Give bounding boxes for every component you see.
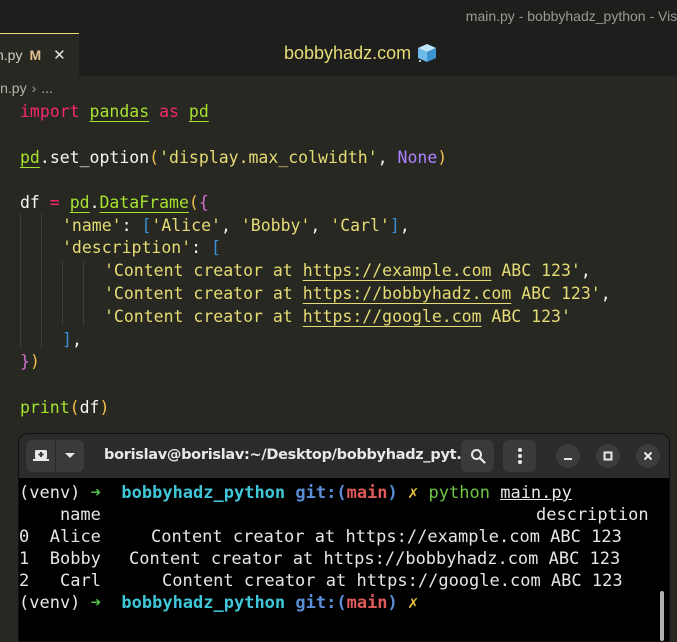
code-line-6: 'name': ['Alice', 'Bobby', 'Carl'],	[62, 216, 410, 235]
dropdown-button[interactable]	[55, 440, 84, 472]
code-line-9: 'Content creator at https://bobbyhadz.co…	[104, 284, 611, 303]
banner-text: bobbyhadz.com	[284, 42, 412, 63]
dirty-icon: ✗	[408, 593, 419, 613]
tab-label: n.py	[0, 47, 23, 63]
code-line-8: 'Content creator at https://example.com …	[104, 261, 591, 280]
output-row: 2 Carl	[19, 571, 101, 591]
menu-button[interactable]	[503, 440, 536, 472]
prompt-line: (venv) ➜ bobbyhadz_python git:(main) ✗ p…	[19, 483, 572, 503]
output-row-desc: Content creator at https://google.com AB…	[162, 571, 623, 591]
indent-guide	[41, 214, 42, 348]
arrow-icon: ➜	[90, 593, 101, 613]
terminal-header: borislav@borislav:~/Desktop/bobbyhadz_py…	[19, 434, 669, 478]
breadcrumb-file[interactable]: in.py	[0, 80, 27, 96]
minimize-icon	[564, 458, 572, 460]
tab-main-py[interactable]: n.py M ✕	[0, 33, 79, 76]
code-line-5: df = pd.DataFrame({	[20, 193, 209, 212]
code-line-10: 'Content creator at https://google.com A…	[104, 307, 571, 326]
prompt-line: (venv) ➜ bobbyhadz_python git:(main) ✗	[19, 593, 419, 613]
chevron-right-icon: ›	[31, 80, 37, 96]
window-titlebar: main.py - bobbyhadz_python - Visu	[0, 0, 677, 33]
indent-guide	[62, 261, 63, 325]
indent-guide	[83, 261, 84, 325]
dirty-icon: ✗	[408, 483, 419, 503]
window-title: main.py - bobbyhadz_python - Visu	[465, 8, 677, 24]
output-row-desc: Content creator at https://example.com A…	[151, 527, 622, 547]
close-icon	[643, 451, 653, 461]
terminal-output[interactable]: (venv) ➜ bobbyhadz_python git:(main) ✗ p…	[19, 478, 669, 641]
code-line-11: ],	[62, 330, 82, 349]
url-link[interactable]: https://google.com	[303, 307, 482, 326]
new-tab-icon	[32, 450, 49, 461]
minimize-button[interactable]	[556, 444, 580, 468]
maximize-button[interactable]	[596, 444, 620, 468]
terminal-scrollbar[interactable]	[660, 591, 664, 641]
banner: bobbyhadz.com	[284, 42, 438, 64]
kebab-menu-icon	[517, 448, 522, 464]
terminal-title: borislav@borislav:~/Desktop/bobbyhadz_py…	[104, 447, 472, 463]
indent-guide	[20, 214, 21, 348]
code-line-12: })	[20, 352, 40, 371]
terminal-window: borislav@borislav:~/Desktop/bobbyhadz_py…	[18, 433, 670, 642]
code-line-3: pd.set_option('display.max_colwidth', No…	[20, 148, 448, 167]
output-row-desc: Content creator at https://bobbyhadz.com…	[129, 549, 621, 569]
editor-tab-bar: n.py M ✕ bobbyhadz.com	[0, 33, 677, 76]
output-row: 0 Alice	[19, 527, 101, 547]
url-link[interactable]: https://example.com	[303, 261, 492, 280]
url-link[interactable]: https://bobbyhadz.com	[303, 284, 512, 303]
new-tab-button[interactable]	[26, 440, 55, 472]
code-editor[interactable]: import pandas as pd pd.set_option('displ…	[0, 100, 677, 430]
cube-icon	[418, 44, 437, 62]
output-header-desc: description	[536, 505, 649, 525]
modified-badge: M	[29, 47, 42, 63]
chevron-down-icon	[65, 453, 75, 458]
code-line-7: 'description': [	[62, 238, 221, 257]
search-button[interactable]	[461, 440, 494, 472]
code-line-1: import pandas as pd	[20, 102, 209, 121]
maximize-icon	[603, 451, 613, 461]
close-button[interactable]	[636, 444, 660, 468]
code-line-14: print(df)	[20, 398, 110, 417]
output-row: 1 Bobby	[19, 549, 101, 569]
search-icon	[470, 449, 486, 464]
breadcrumb: in.py › ...	[0, 76, 677, 100]
output-header: name	[19, 505, 101, 525]
breadcrumb-more[interactable]: ...	[41, 80, 53, 96]
arrow-icon: ➜	[90, 483, 101, 503]
new-tab-button-group	[26, 440, 84, 472]
close-icon[interactable]: ✕	[53, 46, 66, 64]
